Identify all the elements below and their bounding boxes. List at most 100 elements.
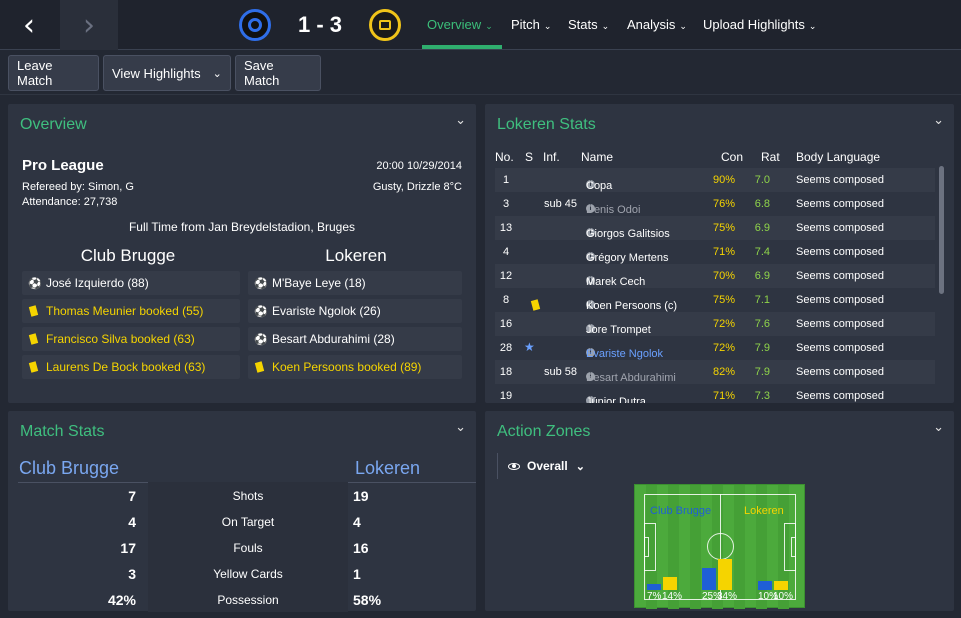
chevron-down-icon[interactable]: ⌄ (455, 419, 466, 435)
column-header-status[interactable]: S (525, 150, 533, 164)
event-text: M'Baye Leye (18) (272, 276, 366, 290)
player-rating: 6.9 (754, 222, 770, 234)
table-row[interactable]: 3 sub 45 i Denis Odoi 76% 6.8 Seems composed (495, 192, 935, 216)
away-team-name[interactable]: Lokeren (256, 246, 456, 266)
home-zone-bar (758, 581, 772, 590)
player-condition: 71% (712, 390, 735, 402)
tab-analysis[interactable]: Analysis ⌄ (627, 17, 687, 32)
column-header-name[interactable]: Name (581, 150, 613, 164)
away-zone-bar (774, 581, 788, 590)
column-header-number[interactable]: No. (495, 150, 514, 164)
tab-label: Upload Highlights (703, 17, 805, 32)
match-stats-panel: Match Stats ⌄ Club Brugge Lokeren 7 Shots… (8, 411, 476, 612)
player-name: Giorgos Galitsios (586, 228, 670, 240)
yellow-card-icon (28, 333, 39, 345)
table-row[interactable]: 13 i Giorgos Galitsios 75% 6.9 Seems composed (495, 216, 935, 240)
stat-row: 42% Possession 58% (18, 586, 476, 612)
player-condition: 76% (712, 198, 735, 210)
action-zones-pitch: Club Brugge Lokeren 7% 14% 25% 34% 10% 10% (634, 484, 805, 609)
back-arrow-icon[interactable]: ‹ (0, 0, 58, 50)
player-number: 28 (499, 342, 513, 354)
player-condition: 75% (712, 294, 735, 306)
table-row[interactable]: 28 ★ i Evariste Ngolok 72% 7.9 Seems composed (495, 336, 935, 360)
home-goal-event[interactable]: ⚽ José Izquierdo (88) (22, 271, 240, 295)
player-name: Grégory Mertens (586, 252, 669, 264)
leave-match-button[interactable]: Leave Match (8, 55, 99, 91)
away-zone-percent: 14% (662, 591, 683, 602)
home-booking-event[interactable]: Francisco Silva booked (63) (22, 327, 240, 351)
table-scrollbar[interactable] (939, 166, 944, 294)
table-row[interactable]: 18 sub 58 i Besart Abdurahimi 82% 7.9 Seems co… (495, 360, 935, 384)
away-six-yard-box (791, 537, 796, 557)
home-booking-event[interactable]: Thomas Meunier booked (55) (22, 299, 240, 323)
away-stat-value: 4 (353, 514, 361, 530)
action-zone-filter-dropdown[interactable]: Overall ⌄ (497, 453, 585, 479)
table-row[interactable]: 8 i Koen Persoons (c) 75% 7.1 Seems composed (495, 288, 935, 312)
table-row[interactable]: 4 i Grégory Mertens 71% 7.4 Seems composed (495, 240, 935, 264)
club-brugge-crest-icon[interactable] (239, 9, 271, 41)
lokeren-stats-panel: Lokeren Stats ⌄ No. S Inf. Name Con Rat … (485, 104, 954, 403)
event-text: Francisco Silva booked (63) (46, 332, 195, 346)
chevron-down-icon[interactable]: ⌄ (455, 112, 466, 128)
away-stat-value: 16 (353, 540, 369, 556)
chevron-down-icon[interactable]: ⌄ (933, 419, 944, 435)
away-goal-event[interactable]: ⚽ M'Baye Leye (18) (248, 271, 462, 295)
view-highlights-button[interactable]: View Highlights ⌄ (103, 55, 231, 91)
away-goal-event[interactable]: ⚽ Evariste Ngolok (26) (248, 299, 462, 323)
home-team-name[interactable]: Club Brugge (28, 246, 228, 266)
player-body-language: Seems composed (796, 270, 885, 282)
away-booking-event[interactable]: Koen Persoons booked (89) (248, 355, 462, 379)
player-number: 13 (499, 222, 513, 234)
player-number: 12 (499, 270, 513, 282)
lokeren-crest-icon[interactable] (369, 9, 401, 41)
tab-stats[interactable]: Stats ⌄ (568, 17, 609, 32)
tab-label: Analysis (627, 17, 676, 32)
chevron-down-icon[interactable]: ⌄ (933, 112, 944, 128)
column-header-body-language[interactable]: Body Language (796, 150, 880, 164)
action-zones-panel: Action Zones ⌄ Overall ⌄ Club Brugge Lok… (485, 411, 954, 611)
stat-label: Shots (232, 489, 264, 503)
away-zone-bar (663, 577, 677, 590)
chevron-down-icon: ⌄ (575, 460, 585, 473)
away-goal-event[interactable]: ⚽ Besart Abdurahimi (28) (248, 327, 462, 351)
away-stat-value: 58% (353, 592, 382, 608)
player-number: 18 (499, 366, 513, 378)
player-number: 16 (499, 318, 513, 330)
centre-circle (707, 533, 734, 560)
player-number: 1 (502, 174, 510, 186)
save-match-button[interactable]: Save Match (235, 55, 321, 91)
player-rating: 7.9 (754, 366, 770, 378)
table-row[interactable]: 16 i Jore Trompet 72% 7.6 Seems composed (495, 312, 935, 336)
toolbar: Leave Match View Highlights ⌄ Save Match (0, 51, 961, 95)
table-row[interactable]: 1 i Copa 90% 7.0 Seems composed (495, 168, 935, 192)
event-text: Besart Abdurahimi (28) (272, 332, 395, 346)
column-header-condition[interactable]: Con (721, 150, 743, 164)
home-team-name[interactable]: Club Brugge (19, 458, 119, 479)
away-stat-value: 19 (353, 488, 369, 504)
away-team-name[interactable]: Lokeren (355, 458, 420, 479)
tab-overview[interactable]: Overview ⌄ (427, 17, 493, 32)
stat-row: 3 Yellow Cards 1 (18, 560, 476, 586)
home-booking-event[interactable]: Laurens De Bock booked (63) (22, 355, 240, 379)
column-header-info[interactable]: Inf. (543, 150, 560, 164)
player-number: 8 (502, 294, 510, 306)
tab-label: Stats (568, 17, 598, 32)
forward-arrow-icon[interactable]: › (60, 0, 118, 50)
home-stat-value: 3 (128, 566, 136, 582)
player-condition: 75% (712, 222, 735, 234)
football-icon: ⚽ (254, 305, 268, 318)
table-row[interactable]: 12 i Marek Cech 70% 6.9 Seems composed (495, 264, 935, 288)
player-rating: 7.0 (754, 174, 770, 186)
player-condition: 90% (712, 174, 735, 186)
crest-inner-ring (248, 18, 262, 32)
tab-pitch[interactable]: Pitch ⌄ (511, 17, 551, 32)
column-header-rating[interactable]: Rat (761, 150, 780, 164)
fulltime-venue: Full Time from Jan Breydelstadion, Bruge… (128, 220, 356, 234)
stat-label: Fouls (233, 541, 263, 555)
home-stat-value: 4 (128, 514, 136, 530)
tab-upload-highlights[interactable]: Upload Highlights ⌄ (703, 17, 816, 32)
event-text: Evariste Ngolok (26) (272, 304, 381, 318)
home-stat-value: 42% (107, 592, 136, 608)
table-row[interactable]: 19 i Júnior Dutra 71% 7.3 Seems composed (495, 384, 935, 403)
player-body-language: Seems composed (796, 246, 885, 258)
